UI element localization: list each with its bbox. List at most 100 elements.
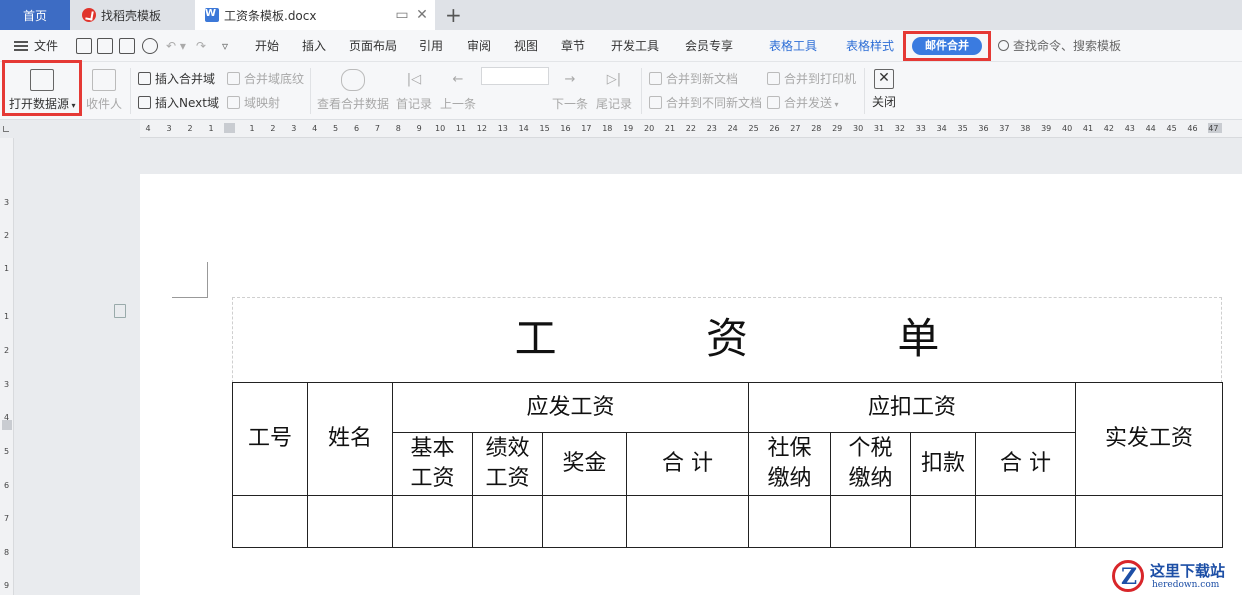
wps-writer-icon: W <box>205 8 219 22</box>
merge-field-shading-button[interactable]: 合并域底纹 <box>227 70 304 87</box>
menu-page-layout[interactable]: 页面布局 <box>349 30 397 62</box>
menu-section[interactable]: 章节 <box>561 30 585 62</box>
menu-table-tools[interactable]: 表格工具 <box>769 30 817 62</box>
ruler-tick: 4 <box>312 124 318 133</box>
command-search[interactable]: 查找命令、搜索模板 <box>998 30 1121 62</box>
save-icon[interactable] <box>76 38 92 54</box>
record-number-input[interactable] <box>481 67 549 85</box>
ruler-tick: 34 <box>936 124 947 133</box>
ruler-tick: 3 <box>166 124 172 133</box>
tab-home[interactable]: 首页 <box>0 0 70 30</box>
menu-review[interactable]: 审阅 <box>467 30 491 62</box>
insert-next-field-label: 插入Next域 <box>155 96 219 110</box>
close-mail-merge-button[interactable]: ✕ 关闭 <box>870 69 898 110</box>
header-base-salary[interactable]: 基本工资 <box>392 432 473 496</box>
menu-view[interactable]: 视图 <box>514 30 538 62</box>
dropdown-arrow-icon: ▾ <box>69 101 76 110</box>
merge-new-doc-button[interactable]: 合并到新文档 <box>649 70 738 87</box>
header-deduction[interactable]: 扣款 <box>910 432 976 496</box>
menu-member[interactable]: 会员专享 <box>685 30 733 62</box>
table-cell[interactable] <box>472 495 543 548</box>
next-record-label: 下一条 <box>552 97 589 111</box>
menu-references[interactable]: 引用 <box>419 30 443 62</box>
ruler-tick: 37 <box>999 124 1010 133</box>
last-record-button[interactable]: ▷| 尾记录 <box>596 69 632 112</box>
send-icon <box>767 96 780 109</box>
last-record-label: 尾记录 <box>596 97 633 111</box>
heredown-watermark-logo: Z 这里下载站 heredown.com <box>1108 556 1242 595</box>
header-gross-pay[interactable]: 应发工资 <box>392 382 749 433</box>
merge-send-button[interactable]: 合并发送 ▾ <box>767 94 839 111</box>
menu-home[interactable]: 开始 <box>255 30 279 62</box>
menu-table-style[interactable]: 表格样式 <box>846 30 894 62</box>
header-id[interactable]: 工号 <box>232 382 308 496</box>
menu-file[interactable]: 文件 <box>34 30 58 62</box>
new-tab-plus-icon[interactable]: + <box>445 3 462 27</box>
open-data-source-label: 打开数据源 <box>9 97 70 111</box>
header-net-pay[interactable]: 实发工资 <box>1075 382 1223 496</box>
tab-close-icon[interactable]: ✕ <box>414 7 430 23</box>
ruler-tick: 18 <box>602 124 613 133</box>
merge-printer-label: 合并到打印机 <box>784 72 857 86</box>
insert-next-field-button[interactable]: 插入Next域 <box>138 94 219 111</box>
header-bonus[interactable]: 奖金 <box>542 432 627 496</box>
customize-toolbar-icon[interactable]: ▿ <box>222 30 228 62</box>
menu-developer[interactable]: 开发工具 <box>611 30 659 62</box>
new-doc-icon <box>649 72 662 85</box>
menu-insert[interactable]: 插入 <box>302 30 326 62</box>
horizontal-ruler[interactable]: 4 3 2 1 1 2 3 4 5 6 7 8 9 10 11 12 13 14 15 16 17 18 19 20 21 22 2… <box>140 120 1242 138</box>
print-icon[interactable] <box>119 38 135 54</box>
ruler-tick: 15 <box>539 124 550 133</box>
merge-diff-doc-button[interactable]: 合并到不同新文档 <box>649 94 762 111</box>
merge-printer-button[interactable]: 合并到打印机 <box>767 70 856 87</box>
print-preview-icon[interactable] <box>142 38 158 54</box>
table-cell[interactable] <box>830 495 911 548</box>
open-data-source-button[interactable]: 打开数据源 ▾ <box>9 69 76 112</box>
insert-merge-field-button[interactable]: 插入合并域 <box>138 70 215 87</box>
hamburger-icon[interactable] <box>14 41 28 51</box>
menu-mail-merge[interactable]: 邮件合并 <box>912 37 982 55</box>
prev-record-label: 上一条 <box>440 97 477 111</box>
header-name[interactable]: 姓名 <box>307 382 393 496</box>
table-cell[interactable] <box>392 495 473 548</box>
field-mapping-icon <box>227 96 240 109</box>
ruler-tick: 6 <box>4 481 10 490</box>
paragraph-anchor-icon[interactable] <box>114 304 126 318</box>
table-cell[interactable] <box>910 495 976 548</box>
last-record-icon: ▷| <box>606 72 622 87</box>
next-record-button[interactable]: → 下一条 <box>552 69 588 112</box>
prev-record-button[interactable]: ← 上一条 <box>440 69 476 112</box>
tab-stop-selector-icon[interactable] <box>3 126 9 132</box>
view-merge-data-button[interactable]: 查看合并数据 <box>317 69 389 112</box>
header-gross-subtotal[interactable]: 合 计 <box>626 432 749 496</box>
ruler-tick: 5 <box>4 447 10 456</box>
table-cell[interactable] <box>626 495 749 548</box>
salary-table[interactable]: 工号 姓名 应发工资 应扣工资 实发工资 基本工资 绩效工资 奖金 合 计 社保… <box>232 382 1223 548</box>
header-performance[interactable]: 绩效工资 <box>472 432 543 496</box>
table-cell[interactable] <box>748 495 831 548</box>
first-record-button[interactable]: |◁ 首记录 <box>396 69 432 112</box>
table-cell[interactable] <box>307 495 393 548</box>
table-cell[interactable] <box>975 495 1076 548</box>
tab-pin-icon[interactable]: ▭ <box>394 7 410 23</box>
ruler-tick: 43 <box>1124 124 1135 133</box>
tab-daoke-templates[interactable]: 找稻壳模板 <box>72 0 194 30</box>
undo-icon[interactable]: ↶ ▾ <box>166 30 186 62</box>
recipient-button[interactable]: 收件人 <box>84 69 124 112</box>
table-cell[interactable] <box>542 495 627 548</box>
header-income-tax[interactable]: 个税缴纳 <box>830 432 911 496</box>
header-deduct-subtotal[interactable]: 合 计 <box>975 432 1076 496</box>
header-social-insurance[interactable]: 社保缴纳 <box>748 432 831 496</box>
field-mapping-button[interactable]: 域映射 <box>227 94 280 111</box>
header-deductions[interactable]: 应扣工资 <box>748 382 1076 433</box>
redo-icon[interactable]: ↷ <box>196 30 206 62</box>
ruler-tick: 13 <box>497 124 508 133</box>
ruler-tick: 1 <box>4 264 10 273</box>
ruler-tick: 10 <box>435 124 446 133</box>
export-pdf-icon[interactable] <box>97 38 113 54</box>
table-cell[interactable] <box>1075 495 1223 548</box>
watermark-cn: 这里下载站 <box>1150 562 1226 580</box>
table-cell[interactable] <box>232 495 308 548</box>
vertical-ruler[interactable]: 3 2 1 1 2 3 4 5 6 7 8 9 <box>0 138 14 595</box>
ruler-tick: 1 <box>4 312 10 321</box>
